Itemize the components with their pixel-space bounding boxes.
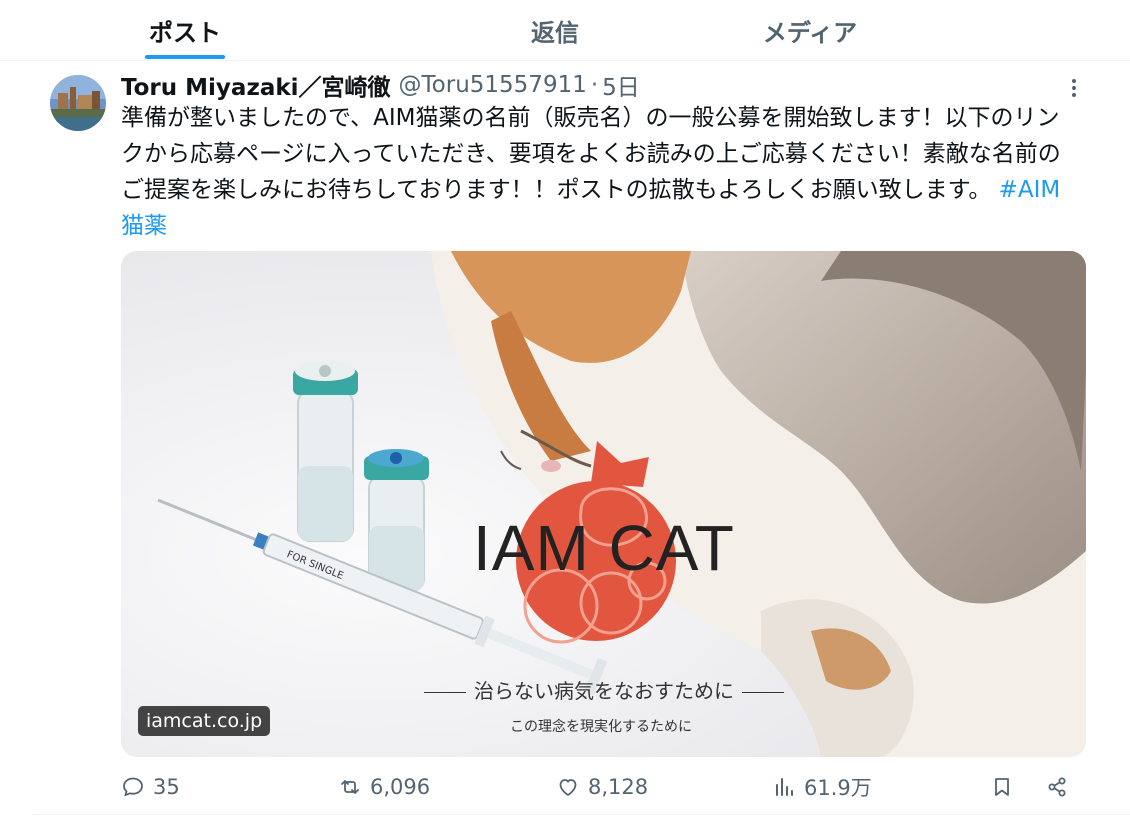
view-count: 61.9万: [804, 776, 872, 800]
more-options-icon[interactable]: [1060, 74, 1088, 102]
tab-replies[interactable]: 返信: [515, 0, 595, 60]
share-icon: [1048, 777, 1066, 797]
author-name[interactable]: Toru Miyazaki／宮崎徹: [121, 68, 391, 102]
tweet-body: 準備が整いましたので、AIM猫薬の名前（販売名）の一般公募を開始致します！以下の…: [121, 105, 1061, 203]
heart-icon: [559, 779, 577, 796]
avatar-image: [50, 75, 106, 131]
post-time[interactable]: 5日: [602, 68, 640, 102]
card-domain-badge[interactable]: iamcat.co.jp: [138, 706, 271, 736]
tweet-header: Toru Miyazaki／宮崎徹 @Toru51557911 · 5日: [121, 68, 640, 102]
brand-logo-text: IAM CAT: [473, 512, 735, 584]
profile-tabs: ポスト 返信 メディア: [0, 0, 1130, 61]
reply-icon: [123, 777, 143, 797]
like-count: 8,128: [588, 775, 649, 799]
share-button[interactable]: [1045, 770, 1077, 804]
separator-dot: ·: [590, 72, 599, 98]
tagline-rule-left: [424, 691, 466, 694]
link-card-image[interactable]: FOR SINGLE IAM CAT 治らない病気をなおすために この理念を現実…: [121, 251, 1086, 757]
avatar[interactable]: [50, 75, 106, 131]
tab-posts[interactable]: ポスト: [145, 0, 225, 60]
like-button[interactable]: 8,128: [556, 770, 648, 804]
repost-button[interactable]: 6,096: [338, 770, 430, 804]
views-button[interactable]: 61.9万: [772, 770, 872, 804]
post-divider: [33, 814, 1130, 815]
tagline-text: 治らない病気をなおすために: [474, 679, 734, 703]
author-handle[interactable]: @Toru51557911: [399, 72, 587, 98]
tweet-text: 準備が整いましたので、AIM猫薬の名前（販売名）の一般公募を開始致します！以下の…: [121, 100, 1071, 244]
reply-count: 35: [153, 775, 180, 799]
bookmark-icon: [995, 778, 1009, 796]
tagline: 治らない病気をなおすために: [379, 675, 829, 704]
reply-button[interactable]: 35: [121, 770, 180, 804]
tagline-rule-right: [742, 691, 784, 694]
bookmark-button[interactable]: [990, 770, 1022, 804]
repost-icon: [341, 780, 359, 794]
repost-count: 6,096: [370, 775, 431, 799]
active-tab-indicator: [145, 55, 225, 59]
sub-tagline: この理念を現実化するために: [510, 719, 692, 735]
views-chart-icon: [776, 778, 793, 796]
tab-media[interactable]: メディア: [748, 0, 872, 60]
